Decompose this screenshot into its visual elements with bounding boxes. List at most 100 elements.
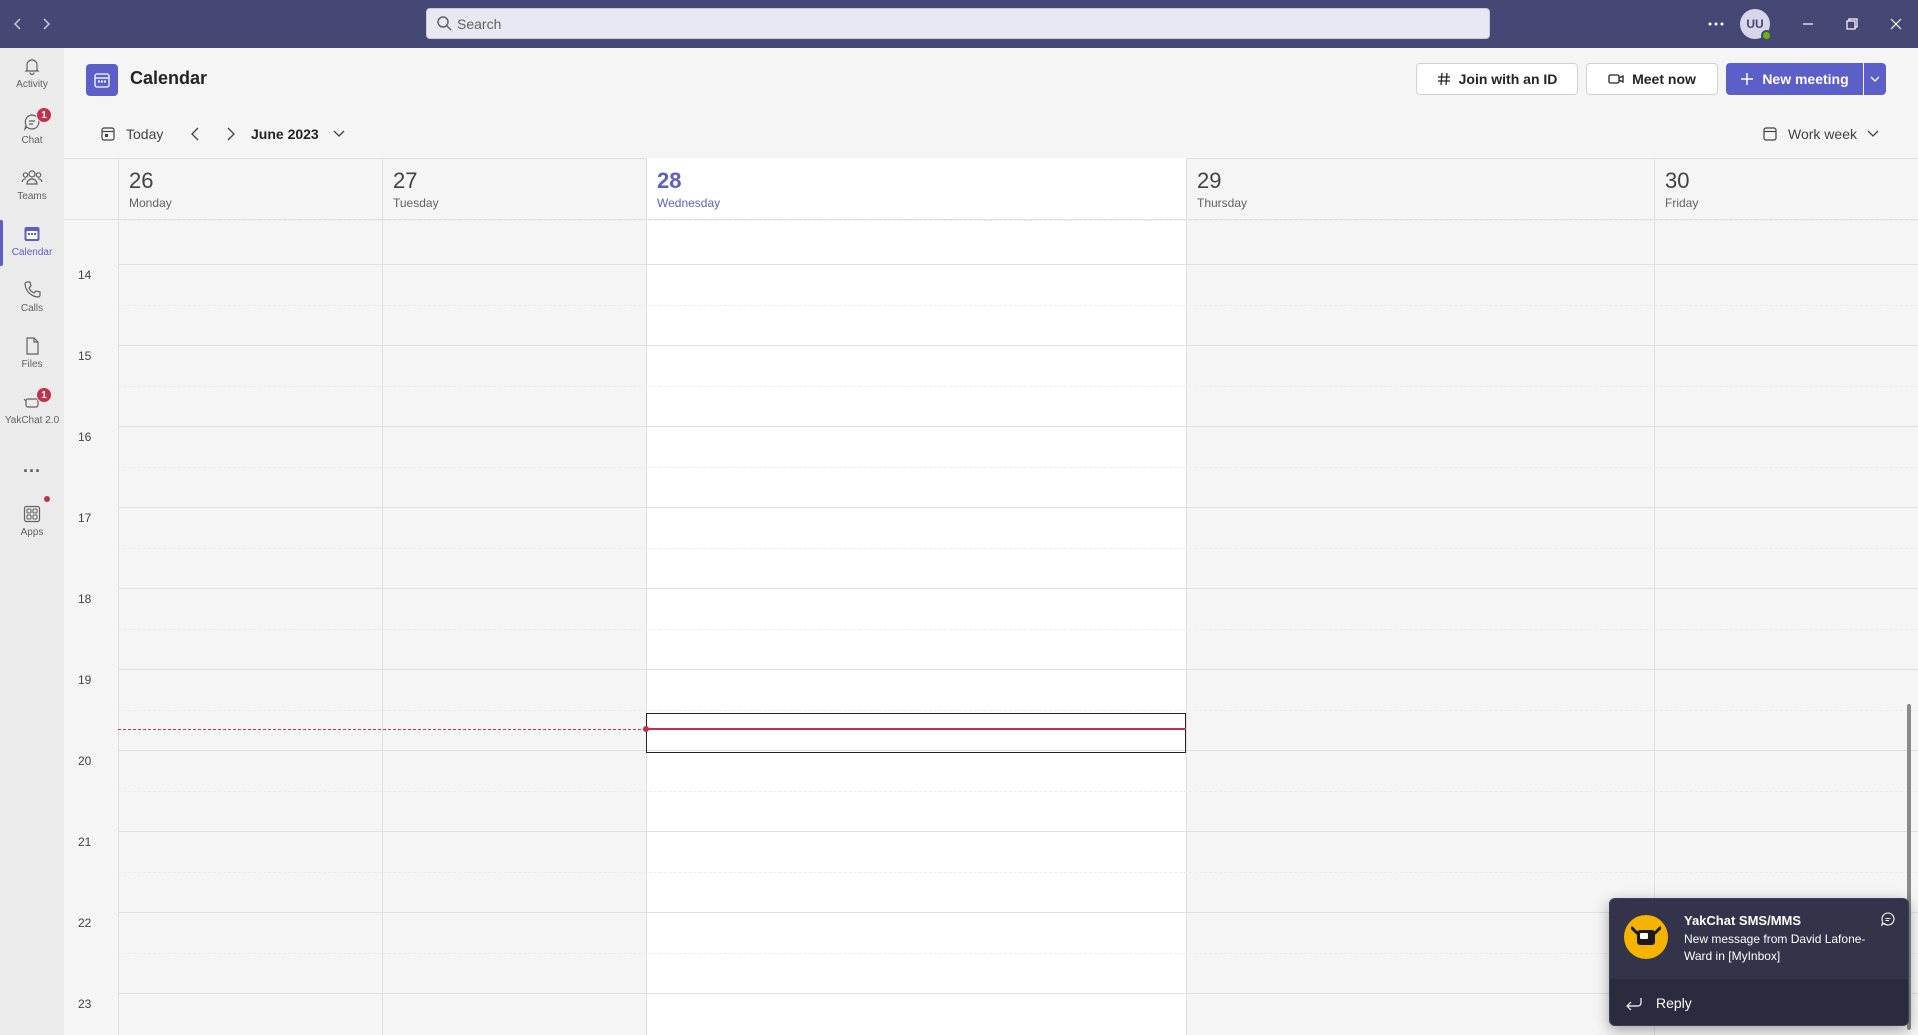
hour-line <box>118 507 1918 508</box>
join-with-id-button[interactable]: Join with an ID <box>1416 63 1578 95</box>
forward-button[interactable] <box>34 12 58 36</box>
toast-content[interactable]: YakChat SMS/MMS New message from David L… <box>1610 899 1908 979</box>
chevron-down-icon <box>1867 130 1879 137</box>
rail-item-label: YakChat 2.0 <box>4 415 60 426</box>
message-icon[interactable] <box>1880 911 1896 927</box>
new-meeting-dropdown-button[interactable] <box>1864 63 1886 95</box>
hour-line <box>118 426 1918 427</box>
avatar-initials: UU <box>1746 17 1764 31</box>
ellipsis-icon <box>1708 22 1724 26</box>
half-hour-line <box>118 467 1918 468</box>
restore-button[interactable] <box>1836 8 1868 40</box>
rail-item-calls[interactable]: Calls <box>0 272 64 326</box>
chevron-right-icon <box>43 18 51 30</box>
search-icon <box>437 16 452 31</box>
next-week-button[interactable] <box>226 120 240 148</box>
half-hour-line <box>118 791 1918 792</box>
meet-now-label: Meet now <box>1632 71 1696 87</box>
minimize-button[interactable] <box>1792 8 1824 40</box>
file-icon <box>26 337 39 355</box>
day-number: 30 <box>1665 168 1690 193</box>
today-button[interactable]: Today <box>100 120 163 148</box>
rail-item-yakchat[interactable]: YakChat 2.0 1 <box>0 384 64 438</box>
toast-body: New message from David Lafone-Ward in [M… <box>1684 932 1866 963</box>
half-hour-line <box>118 629 1918 630</box>
hour-label: 16 <box>78 430 92 444</box>
chevron-left-icon <box>191 127 199 141</box>
calendar-view-icon <box>1763 127 1777 141</box>
day-header-thursday[interactable]: 29 Thursday <box>1186 158 1654 220</box>
more-apps-ellipsis: ... <box>22 456 41 476</box>
minimize-icon <box>1803 23 1813 25</box>
rail-item-label: Calendar <box>11 247 53 258</box>
half-hour-line <box>118 548 1918 549</box>
video-camera-icon <box>1608 74 1624 84</box>
today-label: Today <box>126 126 164 142</box>
day-header-tuesday[interactable]: 27 Tuesday <box>382 158 646 220</box>
hour-label: 18 <box>78 592 92 606</box>
rail-item-teams[interactable]: Teams <box>0 160 64 214</box>
rail-item-files[interactable]: Files <box>0 328 64 382</box>
teams-icon <box>21 170 43 185</box>
more-apps-button[interactable]: ... <box>0 456 64 486</box>
reply-icon <box>1626 998 1642 1010</box>
hashtag-icon <box>1437 72 1450 86</box>
hour-label: 21 <box>78 835 92 849</box>
search-box[interactable] <box>426 8 1490 39</box>
new-meeting-button[interactable]: New meeting <box>1726 63 1863 95</box>
selected-time-slot[interactable] <box>646 713 1186 753</box>
hour-label: 20 <box>78 754 92 768</box>
close-icon <box>1890 18 1902 30</box>
day-number: 29 <box>1197 168 1222 193</box>
day-name: Wednesday <box>657 196 721 210</box>
current-time-dot <box>643 726 649 732</box>
app-rail: Activity Chat 1 Teams Calendar Calls Fil… <box>0 48 64 1035</box>
day-name: Friday <box>1665 196 1699 210</box>
day-header-wednesday[interactable]: 28 Wednesday <box>646 158 1186 220</box>
reply-label: Reply <box>1656 995 1692 1011</box>
hour-line <box>118 669 1918 670</box>
chevron-right-icon <box>227 127 235 141</box>
day-number: 28 <box>657 168 682 193</box>
day-name: Tuesday <box>393 196 439 210</box>
view-switcher[interactable]: Work week <box>1762 120 1879 148</box>
meet-now-button[interactable]: Meet now <box>1586 63 1718 95</box>
day-header-friday[interactable]: 30 Friday <box>1654 158 1918 220</box>
presence-available-icon <box>1761 30 1772 41</box>
rail-item-label: Activity <box>16 79 48 90</box>
apps-icon <box>23 505 41 523</box>
day-header-monday[interactable]: 26 Monday <box>118 158 382 220</box>
hour-label: 14 <box>78 268 92 282</box>
rail-item-label: Teams <box>17 191 47 202</box>
unread-badge: 1 <box>36 387 52 403</box>
hour-label: 17 <box>78 511 92 525</box>
search-input[interactable] <box>457 9 1477 38</box>
back-button[interactable] <box>6 12 30 36</box>
month-label: June 2023 <box>251 126 319 142</box>
new-meeting-label: New meeting <box>1762 71 1849 87</box>
rail-item-label: Files <box>21 359 43 370</box>
title-bar: UU <box>0 0 1918 48</box>
close-button[interactable] <box>1880 8 1912 40</box>
reply-button[interactable]: Reply <box>1610 979 1908 1025</box>
half-hour-line <box>118 710 1918 711</box>
hour-line <box>118 345 1918 346</box>
hour-label: 19 <box>78 673 92 687</box>
more-options-button[interactable] <box>1700 8 1732 40</box>
rail-item-calendar[interactable]: Calendar <box>0 216 64 270</box>
yakchat-logo-icon <box>1624 915 1668 959</box>
previous-week-button[interactable] <box>190 120 204 148</box>
rail-item-activity[interactable]: Activity <box>0 48 64 102</box>
hour-line <box>118 264 1918 265</box>
rail-item-apps[interactable]: Apps <box>0 496 64 550</box>
view-label: Work week <box>1788 126 1857 142</box>
half-hour-line <box>118 386 1918 387</box>
month-picker[interactable]: June 2023 <box>251 120 345 148</box>
calendar-app-icon <box>86 64 118 96</box>
rail-item-chat[interactable]: Chat 1 <box>0 104 64 158</box>
avatar[interactable]: UU <box>1740 9 1772 41</box>
join-with-id-label: Join with an ID <box>1458 71 1558 87</box>
rail-item-label: Chat <box>21 135 43 146</box>
hour-label: 23 <box>78 997 92 1011</box>
notification-toast[interactable]: YakChat SMS/MMS New message from David L… <box>1609 898 1909 1026</box>
